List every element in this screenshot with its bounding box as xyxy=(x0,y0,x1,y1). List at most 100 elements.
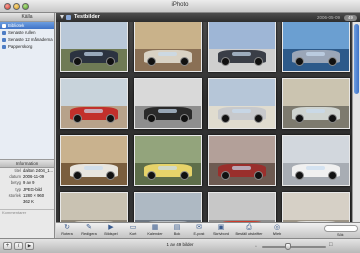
tool-label: Skrivbord xyxy=(212,232,230,236)
source-item[interactable]: Papperskorg xyxy=(0,43,54,50)
bottom-toolbar: ◎ iWeb ⎙ Beställ utskrifter ▣ Skrivbord ✉ E-pos… xyxy=(56,222,360,238)
photo-thumbnail[interactable] xyxy=(208,22,276,72)
source-item[interactable]: Senaste 12 månaderna xyxy=(0,36,54,43)
slideshow-button[interactable]: ▶ Bildspel xyxy=(102,224,120,238)
small-thumbnail-icon: ▫ xyxy=(255,244,257,250)
photo-thumbnail[interactable] xyxy=(60,78,128,129)
info-value[interactable]: 362 K xyxy=(23,199,34,204)
order-prints-icon: ⎙ xyxy=(246,224,252,231)
info-value[interactable]: JPEG-bild xyxy=(23,187,42,192)
car-window xyxy=(84,108,104,114)
tool-label: iWeb xyxy=(272,232,282,236)
info-value[interactable]: 2006-11-09 xyxy=(23,174,44,179)
photo-thumbnail[interactable] xyxy=(282,22,350,72)
thumbnail-background xyxy=(135,136,201,163)
thumbnail-background xyxy=(135,79,201,106)
rotate-button[interactable]: ↻ Rotera xyxy=(58,224,76,238)
source-item[interactable]: Bibliotek xyxy=(0,22,54,29)
photo-thumbnail[interactable] xyxy=(60,22,128,72)
calendar-button[interactable]: ▦ Kalender xyxy=(146,224,164,238)
car-image xyxy=(144,107,192,124)
card-button[interactable]: ▭ Kort xyxy=(124,224,142,238)
photo-thumbnail[interactable] xyxy=(282,135,350,186)
photo-thumbnail[interactable] xyxy=(134,78,202,129)
car-image xyxy=(70,164,118,181)
thumbnail-background xyxy=(61,79,127,106)
tool-label: Bok xyxy=(173,232,181,236)
email-icon: ✉ xyxy=(196,224,202,231)
source-item-label: Senaste rullen xyxy=(8,30,36,35)
thumbnail-background xyxy=(61,136,127,163)
photo-thumbnail[interactable] xyxy=(208,192,276,222)
photo-thumbnail[interactable] xyxy=(134,22,202,72)
roll-title: Testbilder xyxy=(74,14,100,20)
car-image xyxy=(218,164,266,181)
window-title: iPhoto xyxy=(171,2,189,8)
car-window xyxy=(306,51,326,57)
photo-thumbnail[interactable] xyxy=(134,135,202,186)
car-image xyxy=(292,107,340,124)
disclosure-triangle-icon[interactable] xyxy=(60,15,64,19)
info-value[interactable]: 1280 × 960 xyxy=(23,193,44,198)
thumbnail-background xyxy=(283,79,349,106)
car-image xyxy=(218,107,266,124)
info-row: 362 K xyxy=(0,199,54,205)
desktop-button[interactable]: ▣ Skrivbord xyxy=(212,224,230,238)
book-icon: ▤ xyxy=(173,224,181,231)
scrollbar-thumb[interactable] xyxy=(354,24,359,94)
title-bar: iPhoto xyxy=(0,0,360,13)
info-value[interactable]: dalton 2404_1... xyxy=(23,168,53,173)
book-button[interactable]: ▤ Bok xyxy=(168,224,186,238)
edit-button[interactable]: ✎ Redigera xyxy=(80,224,98,238)
photo-thumbnail[interactable] xyxy=(134,192,202,222)
information-header: Information xyxy=(0,159,54,168)
car-image xyxy=(144,50,192,67)
photo-thumbnail[interactable] xyxy=(208,135,276,186)
photo-thumbnail[interactable] xyxy=(60,135,128,186)
iweb-icon: ◎ xyxy=(273,224,281,231)
desktop-icon: ▣ xyxy=(217,224,225,231)
photo-thumbnail[interactable] xyxy=(60,192,128,222)
car-window xyxy=(232,51,252,57)
tool-label: Kort xyxy=(129,232,137,236)
email-button[interactable]: ✉ E-post xyxy=(190,224,208,238)
roll-header: Testbilder 2006-05-09 49 xyxy=(56,13,360,22)
photo-thumbnail[interactable] xyxy=(282,78,350,129)
roll-icon xyxy=(66,14,71,20)
car-window xyxy=(158,51,178,57)
order-prints-button[interactable]: ⎙ Beställ utskrifter xyxy=(234,224,264,238)
thumbnail-background xyxy=(283,136,349,163)
album-icon xyxy=(2,30,6,35)
thumbnail-size-slider-knob[interactable] xyxy=(284,243,291,250)
album-icon xyxy=(2,37,6,42)
slideshow-icon: ▶ xyxy=(108,224,114,231)
thumbnail-background xyxy=(135,22,201,49)
info-value[interactable]: 9 av 9 xyxy=(23,180,34,185)
tool-label: Kalender xyxy=(147,232,163,236)
photo-grid[interactable] xyxy=(56,22,352,222)
photo-thumbnail[interactable] xyxy=(282,192,350,222)
source-item[interactable]: Senaste rullen xyxy=(0,29,54,36)
information-panel: Information titel dalton 2404_1... datum 20… xyxy=(0,159,55,238)
tool-label: E-post xyxy=(193,232,205,236)
car-image xyxy=(292,164,340,181)
iweb-button[interactable]: ◎ iWeb xyxy=(268,224,286,238)
thumbnail-background xyxy=(135,193,201,220)
car-image xyxy=(70,50,118,67)
search-input[interactable] xyxy=(324,225,358,232)
comment-field[interactable]: Kommentarer xyxy=(0,209,54,216)
status-bar: + i ▶ 1 av 49 bilder ▫ □ xyxy=(0,238,360,253)
rotate-icon: ↻ xyxy=(64,224,70,231)
photo-thumbnail[interactable] xyxy=(208,78,276,129)
vertical-scrollbar[interactable] xyxy=(352,22,360,222)
car-window xyxy=(84,51,104,57)
tool-label: Redigera xyxy=(81,232,97,236)
source-list-header: Källa xyxy=(0,13,54,22)
car-image xyxy=(70,107,118,124)
source-item-label: Bibliotek xyxy=(8,23,25,28)
car-window xyxy=(306,165,326,171)
thumbnail-background xyxy=(209,136,275,163)
album-icon xyxy=(2,23,6,28)
calendar-icon: ▦ xyxy=(151,224,159,231)
thumbnail-size-slider[interactable] xyxy=(262,246,326,248)
